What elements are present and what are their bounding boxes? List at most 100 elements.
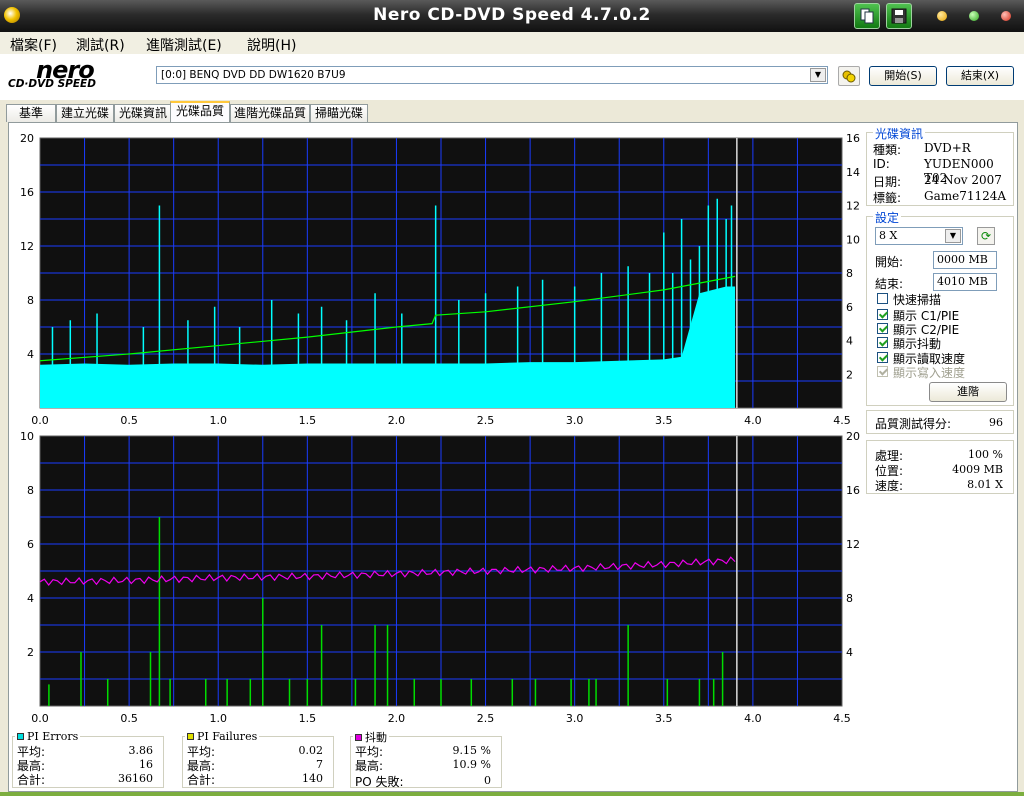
speed-select[interactable]: 8 X ▼ [875,227,963,245]
chart1-x-tick: 2.0 [388,414,406,425]
menu-bar: 檔案(F) 測試(R) 進階測試(E) 說明(H) [0,32,1024,54]
tab-disc-info[interactable]: 光碟資訊 [114,104,172,122]
refresh-button[interactable]: ⟳ [977,227,995,245]
quality-score-label: 品質測試得分: [875,417,952,431]
disc-label-label: 標籤: [873,191,902,205]
chart1-y-tick: 4 [27,348,34,361]
disc-type-value: DVD+R [924,141,971,155]
disc-info-title: 光碟資訊 [873,125,926,142]
disc-type-label: 種類: [873,143,902,157]
show-c1-pie-checkbox[interactable] [877,309,888,320]
settings-group: 設定 8 X ▼ ⟳ 開始: 0000 MB 結束: 4010 MB 快速掃描 … [866,209,1014,406]
tab-disc-quality[interactable]: 光碟品質 [170,101,230,122]
quality-score-value: 96 [989,416,1003,429]
show-read-speed-checkbox[interactable] [877,352,888,363]
pi-errors-title: PI Errors [27,730,79,743]
chart1-y2-tick: 16 [846,132,860,145]
chart1-y2-tick: 2 [846,368,853,381]
chart2-y2-tick: 12 [846,538,860,551]
chart1-x-tick: 1.0 [209,414,227,425]
chart1-x-tick: 3.0 [566,414,584,425]
advanced-button[interactable]: 進階 [929,382,1007,402]
pi-failures-title: PI Failures [197,730,258,743]
eject-button[interactable] [838,66,860,86]
maximize-icon[interactable] [969,11,979,21]
speed-value: 8.01 X [967,478,1003,491]
desktop-strip [0,792,1024,796]
chart1-y-tick: 16 [20,186,34,199]
save-icon[interactable] [886,3,912,29]
tab-create-disc[interactable]: 建立光碟 [56,104,114,122]
eject-icon [842,70,856,83]
chart2-x-tick: 0.5 [120,712,138,723]
chart2-y-tick: 6 [27,538,34,551]
pi-failures-swatch [187,733,194,740]
chart2-y-tick: 2 [27,646,34,659]
disc-date-value: 24 Nov 2007 [924,173,1002,187]
pi-errors-max-value: 16 [139,758,153,771]
chart1-y2-tick: 6 [846,301,853,314]
start-input[interactable]: 0000 MB [933,251,997,269]
chart1-y-tick: 20 [20,132,34,145]
jitter-swatch [355,734,362,741]
jitter-max-value: 10.9 % [452,758,491,771]
nero-logo: nero CD·DVD SPEED [8,56,128,96]
po-fail-label: PO 失敗: [355,775,404,789]
tab-benchmark[interactable]: 基準 [6,104,56,122]
chart1-x-tick: 3.5 [655,414,673,425]
speed-select-value: 8 X [879,229,898,242]
chart2-x-tick: 3.0 [566,712,584,723]
chart2-x-tick: 1.0 [209,712,227,723]
disc-info-group: 光碟資訊 種類: DVD+R ID: YUDEN000 T02 日期: 24 N… [866,125,1014,206]
chart1-y-tick: 12 [20,240,34,253]
fast-scan-checkbox[interactable] [877,293,888,304]
chart2-y2-tick: 8 [846,592,853,605]
chart1-y2-tick: 4 [846,335,853,348]
chevron-down-icon[interactable]: ▼ [945,229,961,243]
start-label: 開始: [875,255,904,269]
drive-select[interactable]: [0:0] BENQ DVD DD DW1620 B7U9 ▼ [156,66,828,84]
minimize-icon[interactable] [937,11,947,21]
chart2-x-tick: 4.5 [833,712,851,723]
end-input[interactable]: 4010 MB [933,273,997,291]
chart1-x-tick: 4.5 [833,414,851,425]
disc-id-label: ID: [873,157,890,171]
pi-failures-title-wrap: PI Failures [185,729,260,743]
fast-scan-label: 快速掃描 [893,293,942,307]
chart1-x-tick: 0.0 [31,414,49,425]
show-jitter-checkbox[interactable] [877,337,888,348]
show-c2-pie-checkbox[interactable] [877,323,888,334]
menu-help[interactable]: 說明(H) [247,35,296,55]
end-button[interactable]: 結束(X) [946,66,1014,86]
tab-bar: 基準 建立光碟 光碟資訊 光碟品質 進階光碟品質 掃瞄光碟 [0,100,1024,122]
pi-errors-total-label: 合計: [17,773,46,787]
menu-advanced[interactable]: 進階測試(E) [146,35,222,55]
chevron-down-icon[interactable]: ▼ [810,68,826,82]
tab-advanced-quality[interactable]: 進階光碟品質 [230,104,310,122]
tab-scan-disc[interactable]: 掃瞄光碟 [310,104,368,122]
pi-errors-stats: PI Errors 平均: 3.86 最高: 16 合計: 36160 [12,729,164,788]
chart1-y2-tick: 8 [846,267,853,280]
chart2-x-tick: 1.5 [299,712,317,723]
chart2-x-tick: 3.5 [655,712,673,723]
copy-icon[interactable] [854,3,880,29]
chart2-y-tick: 8 [27,484,34,497]
quality-score-group: 品質測試得分: 96 [866,410,1014,434]
start-button[interactable]: 開始(S) [869,66,937,86]
pi-failures-avg-value: 0.02 [298,744,324,757]
jitter-stats: 抖動 平均: 9.15 % 最高: 10.9 % PO 失敗: 0 [350,729,502,789]
menu-file[interactable]: 檔案(F) [10,35,57,55]
chart2-x-tick: 2.0 [388,712,406,723]
pi-errors-swatch [17,733,24,740]
pi-errors-avg-value: 3.86 [128,744,154,757]
chart1-y-tick: 8 [27,294,34,307]
chart2-x-tick: 4.0 [744,712,762,723]
close-icon[interactable] [1001,11,1011,21]
speed-label: 速度: [875,479,904,493]
chart1-x-tick: 1.5 [299,414,317,425]
pi-failures-stats: PI Failures 平均: 0.02 最高: 7 合計: 140 [182,729,334,788]
menu-test[interactable]: 測試(R) [76,35,125,55]
chart1-y2-tick: 10 [846,233,860,246]
toolbar: nero CD·DVD SPEED [0:0] BENQ DVD DD DW16… [0,54,1024,100]
logo-product: CD·DVD SPEED [8,78,96,90]
